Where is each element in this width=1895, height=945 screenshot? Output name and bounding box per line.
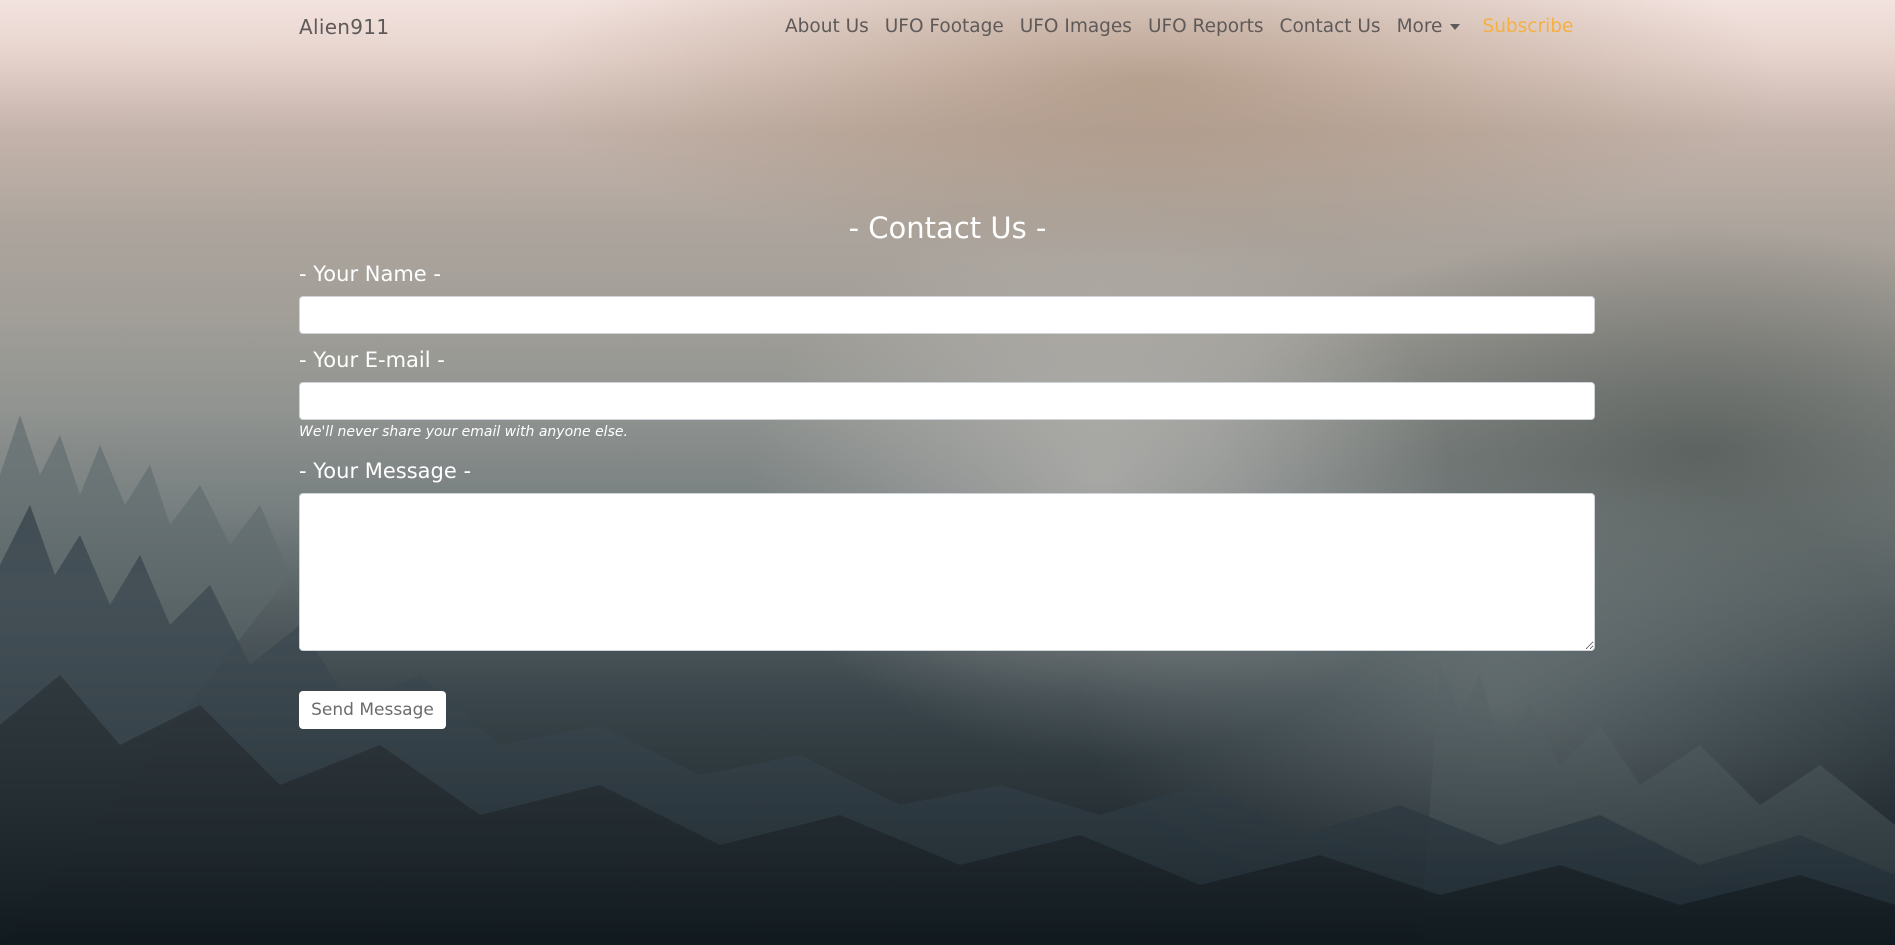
email-help-text: We'll never share your email with anyone… (299, 424, 628, 440)
email-label: - Your E-mail - (299, 348, 445, 372)
nav-link-ufo-footage[interactable]: UFO Footage (885, 16, 1004, 37)
nav-link-ufo-images[interactable]: UFO Images (1020, 16, 1132, 37)
page-title: - Contact Us - (848, 211, 1047, 245)
nav-link-ufo-reports[interactable]: UFO Reports (1148, 16, 1264, 37)
nav-dropdown-more-label: More (1396, 16, 1443, 37)
nav-link-contact-us[interactable]: Contact Us (1280, 16, 1381, 37)
message-label: - Your Message - (299, 459, 472, 483)
name-input[interactable] (299, 296, 1595, 334)
email-input[interactable] (299, 382, 1595, 420)
navbar: Alien911 About Us UFO Footage UFO Images… (0, 0, 1895, 56)
message-textarea[interactable] (299, 493, 1595, 651)
brand-logo-link[interactable]: Alien911 (299, 15, 389, 39)
nav-dropdown-more[interactable]: More (1397, 16, 1461, 37)
send-message-button[interactable]: Send Message (299, 691, 446, 729)
nav-link-subscribe[interactable]: Subscribe (1482, 16, 1573, 37)
caret-down-icon (1450, 23, 1461, 30)
nav-link-about-us[interactable]: About Us (785, 16, 869, 37)
name-label: - Your Name - (299, 262, 441, 286)
nav-links: About Us UFO Footage UFO Images UFO Repo… (785, 16, 1589, 37)
